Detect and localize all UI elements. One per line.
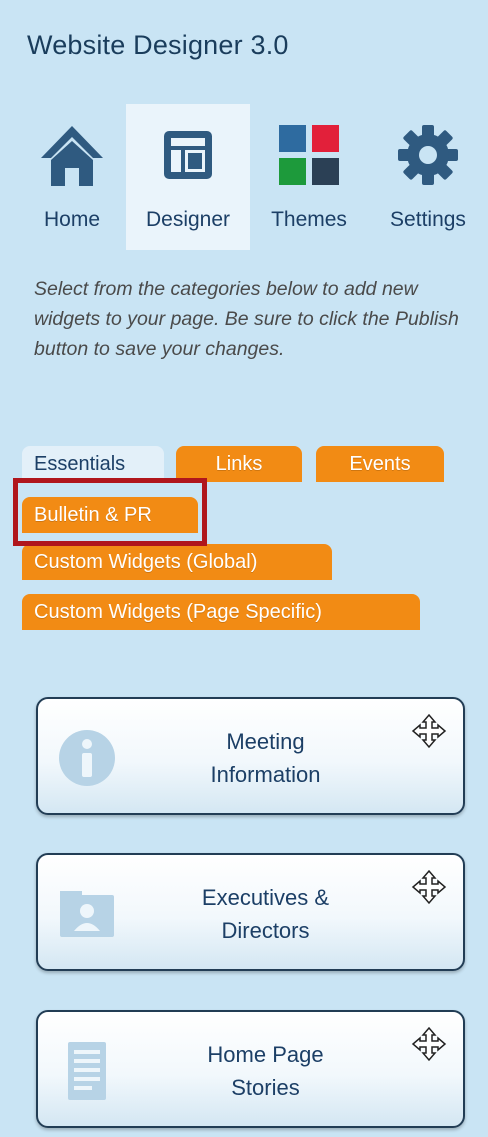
nav-themes[interactable]: Themes: [250, 104, 368, 250]
designer-icon: [164, 131, 212, 179]
gear-icon: [398, 125, 458, 185]
widget-title-line2: Directors: [221, 918, 310, 943]
nav-home-label: Home: [43, 208, 101, 231]
widget-title-line2: Information: [210, 762, 321, 787]
widget-title-line1: Meeting: [226, 729, 305, 754]
widget-title: Executives & Directors: [128, 881, 403, 947]
category-essentials[interactable]: Essentials: [22, 446, 164, 482]
widget-title: Home Page Stories: [128, 1038, 403, 1104]
directory-icon: [60, 891, 114, 937]
widget-title: Meeting Information: [128, 725, 403, 791]
nav-settings[interactable]: Settings: [368, 104, 488, 250]
main-nav: Home Designer Themes Settings: [18, 104, 488, 250]
info-icon: [59, 730, 115, 786]
instructions-text: Select from the categories below to add …: [34, 278, 459, 360]
highlight-box: [13, 478, 207, 546]
website-designer-panel: Website Designer 3.0 Home Designer Theme…: [0, 0, 488, 1137]
document-icon: [68, 1042, 106, 1100]
widget-title-line1: Executives &: [201, 885, 330, 910]
category-custom-widgets-global[interactable]: Custom Widgets (Global): [22, 544, 332, 580]
widget-title-line1: Home Page: [207, 1042, 324, 1067]
nav-designer[interactable]: Designer: [126, 104, 250, 250]
nav-home[interactable]: Home: [18, 104, 126, 250]
widget-home-page-stories[interactable]: Home Page Stories: [36, 1010, 465, 1128]
widget-meeting-information[interactable]: Meeting Information: [36, 697, 465, 815]
category-links[interactable]: Links: [176, 446, 302, 482]
widget-title-line2: Stories: [231, 1075, 300, 1100]
category-events[interactable]: Events: [316, 446, 444, 482]
move-icon[interactable]: [411, 869, 447, 905]
move-icon[interactable]: [411, 1026, 447, 1062]
move-icon[interactable]: [411, 713, 447, 749]
themes-icon: [279, 125, 339, 185]
app-title: Website Designer 3.0: [27, 30, 289, 60]
widget-executives-directors[interactable]: Executives & Directors: [36, 853, 465, 971]
home-icon: [41, 126, 103, 186]
nav-themes-label: Themes: [271, 208, 347, 231]
nav-settings-label: Settings: [390, 208, 466, 231]
category-custom-widgets-page-specific[interactable]: Custom Widgets (Page Specific): [22, 594, 420, 630]
nav-designer-label: Designer: [145, 208, 231, 231]
